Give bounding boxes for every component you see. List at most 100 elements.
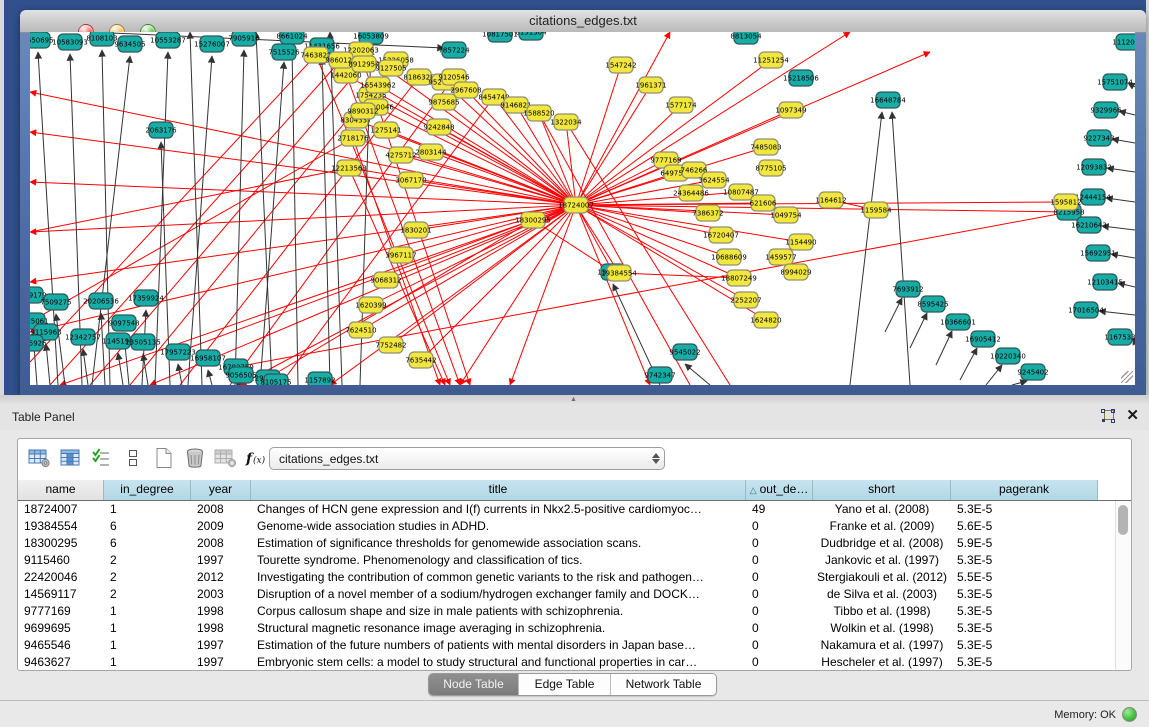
graph-node[interactable]: 10220340 (990, 348, 1026, 364)
window-resize-grip[interactable] (1121, 371, 1133, 383)
graph-node[interactable]: 8595425 (917, 296, 948, 312)
graph-node[interactable]: 3967117 (385, 247, 416, 263)
graph-node[interactable]: 8131304 (515, 32, 547, 40)
table-cell[interactable]: 0 (746, 654, 813, 671)
table-cell[interactable]: de Silva et al. (2003) (813, 586, 951, 603)
table-cell[interactable]: 1997 (191, 637, 251, 654)
table-cell[interactable]: 5.3E-5 (951, 637, 1098, 654)
graph-node[interactable]: 10817501 (482, 32, 518, 42)
table-cell[interactable]: 1998 (191, 603, 251, 620)
table-row[interactable]: 1456911722003Disruption of a novel membe… (18, 586, 1098, 603)
network-canvas[interactable]: 2650695105830938108103963450510553287152… (30, 32, 1135, 385)
graph-node[interactable]: 1830201 (400, 222, 431, 238)
table-cell[interactable]: 5.3E-5 (951, 552, 1098, 569)
graph-node[interactable]: 2063176 (145, 122, 177, 138)
table-cell[interactable]: 9465546 (18, 637, 104, 654)
graph-node[interactable]: 9097548 (108, 315, 139, 331)
column-header-pagerank[interactable]: pagerank (951, 480, 1098, 500)
graph-node[interactable]: 7509275 (40, 294, 71, 310)
table-cell[interactable]: 1 (104, 501, 191, 518)
table-cell[interactable]: Genome-wide association studies in ADHD. (251, 518, 746, 535)
table-cell[interactable]: Yano et al. (2008) (813, 501, 951, 518)
table-cell[interactable]: 2012 (191, 569, 251, 586)
table-cell[interactable]: 0 (746, 637, 813, 654)
table-cell[interactable]: 1 (104, 603, 191, 620)
table-cell[interactable]: 0 (746, 535, 813, 552)
graph-node[interactable]: 1154490 (785, 234, 816, 250)
graph-node[interactable]: 1547242 (605, 57, 636, 73)
table-cell[interactable]: 5.6E-5 (951, 518, 1098, 535)
graph-node[interactable]: 7905916 (228, 32, 260, 46)
graph-node[interactable]: 7635442 (405, 352, 436, 368)
graph-node[interactable]: 1159584 (860, 202, 892, 218)
table-cell[interactable]: Stergiakouli et al. (2012) (813, 569, 951, 586)
table-cell[interactable]: 9115460 (18, 552, 104, 569)
graph-node[interactable]: 15751074 (1097, 74, 1133, 90)
table-cell[interactable]: Dudbridge et al. (2008) (813, 535, 951, 552)
column-header-in-degree[interactable]: in_degree (104, 480, 191, 500)
column-header-title[interactable]: title (251, 480, 746, 500)
table-row[interactable]: 1938455462009Genome-wide association stu… (18, 518, 1098, 535)
graph-node[interactable]: 2252207 (730, 292, 761, 308)
graph-node[interactable]: 2803144 (415, 144, 447, 160)
table-cell[interactable]: 0 (746, 552, 813, 569)
graph-node[interactable]: 1112052 (1112, 34, 1135, 50)
graph-node[interactable]: 1595812 (1050, 194, 1081, 210)
table-row[interactable]: 946554611997Estimation of the future num… (18, 637, 1098, 654)
graph-node[interactable]: 7624510 (345, 322, 376, 338)
table-cell[interactable]: 9463627 (18, 654, 104, 671)
graph-node[interactable]: 1459577 (765, 249, 796, 265)
table-cell[interactable]: Structural magnetic resonance image aver… (251, 620, 746, 637)
table-row[interactable]: 969969511998Structural magnetic resonanc… (18, 620, 1098, 637)
table-cell[interactable]: 1 (104, 637, 191, 654)
float-window-icon[interactable] (1100, 408, 1116, 424)
table-cell[interactable]: 0 (746, 620, 813, 637)
table-cell[interactable]: Estimation of the future numbers of pati… (251, 637, 746, 654)
graph-node[interactable]: 9227343 (1083, 130, 1114, 146)
table-cell[interactable]: 5.3E-5 (951, 654, 1098, 671)
graph-node[interactable]: 1049754 (770, 207, 802, 223)
column-header-year[interactable]: year (191, 480, 251, 500)
graph-node[interactable]: 8994029 (780, 264, 811, 280)
graph-node[interactable]: 9634505 (114, 36, 145, 52)
graph-node[interactable]: 10366601 (940, 314, 976, 330)
graph-node[interactable]: 7515526 (268, 44, 300, 60)
tab-network-table[interactable]: Network Table (611, 674, 716, 695)
table-cell[interactable]: Disruption of a novel member of a sodium… (251, 586, 746, 603)
table-cell[interactable]: 2003 (191, 586, 251, 603)
graph-node[interactable]: 17016504 (1068, 302, 1104, 318)
table-cell[interactable]: 0 (746, 518, 813, 535)
table-cell[interactable]: 5.3E-5 (951, 501, 1098, 518)
graph-node[interactable]: 3067170 (395, 172, 426, 188)
graph-node[interactable]: 15218506 (783, 70, 819, 86)
table-cell[interactable]: 1997 (191, 654, 251, 671)
graph-node[interactable]: 9245402 (1017, 364, 1048, 380)
table-cell[interactable]: 14569117 (18, 586, 104, 603)
table-cell[interactable]: 2 (104, 569, 191, 586)
table-row[interactable]: 1830029562008Estimation of significance … (18, 535, 1098, 552)
graph-node[interactable]: 1322034 (550, 114, 582, 130)
network-window-titlebar[interactable]: citations_edges.txt (20, 10, 1146, 33)
column-header-short[interactable]: short (813, 480, 951, 500)
table-cell[interactable]: Embryonic stem cells: a model to study s… (251, 654, 746, 671)
graph-node[interactable]: 20206536 (83, 293, 119, 309)
table-cell[interactable]: 2 (104, 552, 191, 569)
vertical-scrollbar[interactable] (1115, 501, 1131, 670)
graph-node[interactable]: 9329966 (1090, 102, 1122, 118)
table-cell[interactable]: 22420046 (18, 569, 104, 586)
table-cell[interactable]: 6 (104, 535, 191, 552)
table-cell[interactable]: 0 (746, 569, 813, 586)
graph-node[interactable]: 10583093 (52, 34, 88, 50)
graph-node[interactable]: 18300295 (515, 212, 551, 228)
graph-node[interactable]: 16720407 (703, 227, 739, 243)
graph-node[interactable]: 9068312 (370, 272, 401, 288)
table-row[interactable]: 1872400712008Changes of HCN gene express… (18, 501, 1098, 518)
citation-network-graph[interactable]: 2650695105830938108103963450510553287152… (30, 32, 1135, 385)
graph-node[interactable]: 16648784 (870, 92, 906, 108)
graph-node[interactable]: 12093832 (1076, 159, 1112, 175)
delete-table-button[interactable] (179, 445, 210, 473)
select-all-button[interactable] (86, 445, 117, 473)
tab-edge-table[interactable]: Edge Table (519, 674, 611, 695)
table-row[interactable]: 977716911998Corpus callosum shape and si… (18, 603, 1098, 620)
table-cell[interactable]: Jankovic et al. (1997) (813, 552, 951, 569)
